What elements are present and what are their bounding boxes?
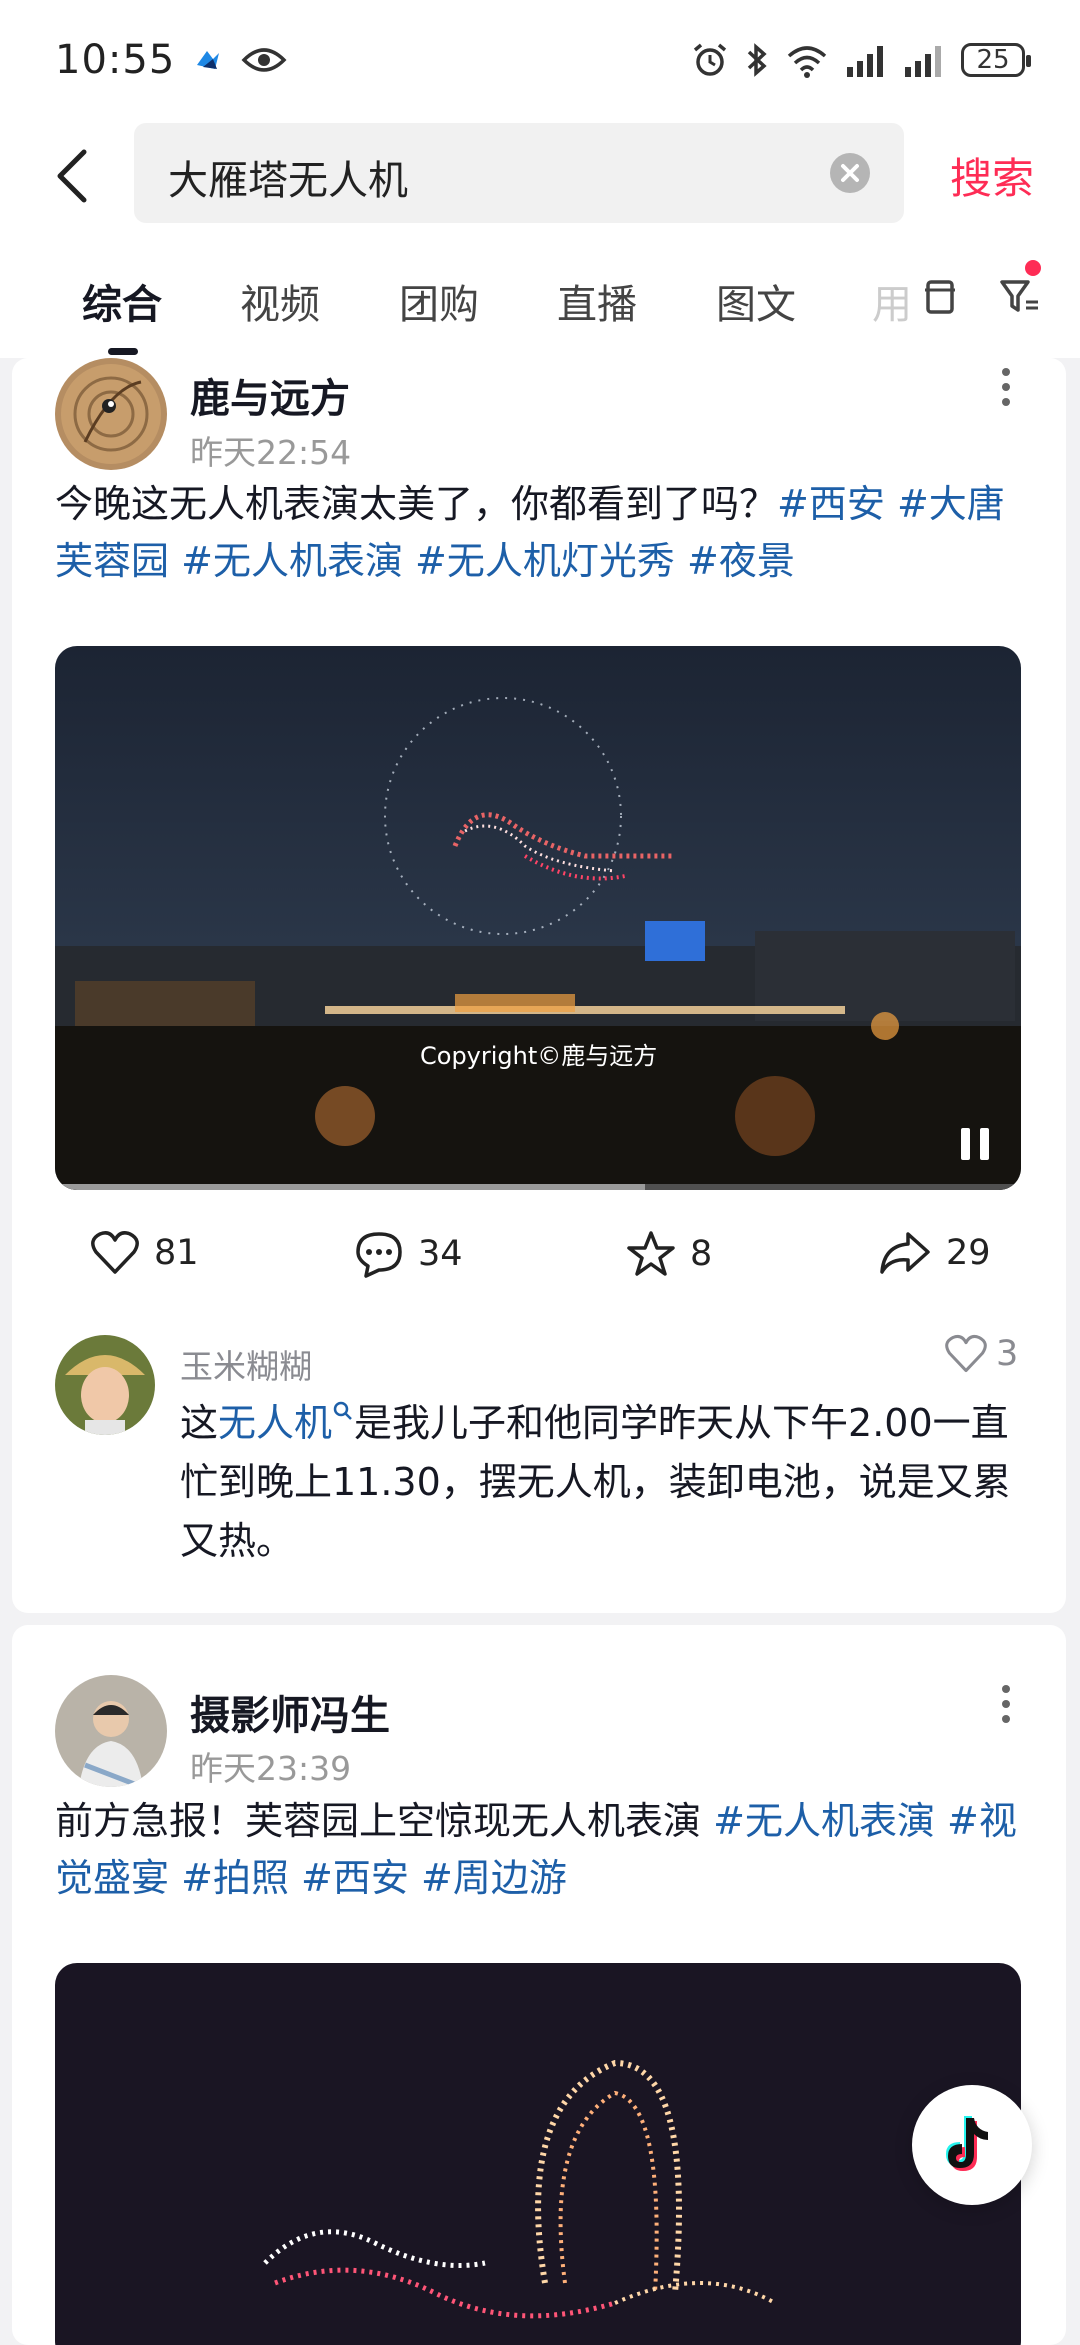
comment-like-count: 3 (996, 1334, 1019, 1374)
hashtag[interactable]: #无人机表演 (713, 1799, 935, 1843)
star-icon (627, 1231, 675, 1276)
post-description: 前方急报！芙蓉园上空惊现无人机表演 #无人机表演 #视觉盛宴 #拍照 #西安 #… (55, 1793, 1035, 1907)
comment-icon (356, 1232, 402, 1278)
hashtag[interactable]: #拍照 (181, 1856, 289, 1900)
tab-video[interactable]: 视频 (240, 272, 320, 330)
hashtag[interactable]: #无人机表演 (181, 539, 403, 583)
author-avatar[interactable] (55, 358, 167, 470)
share-icon (880, 1232, 930, 1274)
heart-icon (91, 1231, 139, 1274)
author-name[interactable]: 鹿与远方 (190, 366, 350, 424)
battery-indicator: 25 (961, 43, 1031, 77)
share-button[interactable]: 29 (878, 1230, 991, 1276)
pause-icon[interactable] (955, 1124, 995, 1164)
bluetooth-icon (747, 43, 767, 77)
alarm-icon (693, 43, 727, 76)
commenter-avatar[interactable] (55, 1335, 155, 1435)
video-player[interactable] (55, 1963, 1021, 2345)
hashtag[interactable]: #周边游 (421, 1856, 567, 1900)
comment-count: 34 (418, 1234, 463, 1274)
tab-group-buy[interactable]: 团购 (399, 272, 479, 330)
status-time: 10:55 (55, 37, 176, 83)
search-button[interactable]: 搜索 (950, 145, 1034, 206)
comment-keyword-link[interactable]: 无人机 (218, 1401, 332, 1445)
video-frame (55, 646, 1021, 1190)
tab-user[interactable]: 用 (872, 272, 912, 330)
filter-notification-dot (1025, 260, 1041, 276)
heart-icon (945, 1334, 987, 1373)
filter-tabs: 综合 视频 团购 直播 图文 用 (0, 230, 1080, 358)
like-button[interactable]: 81 (90, 1230, 199, 1276)
tab-image-text[interactable]: 图文 (716, 272, 796, 330)
favorite-button[interactable]: 8 (626, 1230, 712, 1278)
tab-live[interactable]: 直播 (557, 272, 637, 330)
search-header: 大雁塔无人机 搜索 (0, 120, 1080, 230)
post-text: 今晚这无人机表演太美了，你都看到了吗？ (55, 482, 778, 526)
post-card[interactable]: 摄影师冯生 昨天23:39 前方急报！芙蓉园上空惊现无人机表演 #无人机表演 #… (12, 1625, 1066, 2345)
wifi-icon (787, 46, 827, 78)
hashtag[interactable]: #无人机灯光秀 (415, 539, 675, 583)
active-tab-indicator (108, 348, 138, 355)
comment-like-button[interactable]: 3 (944, 1334, 1018, 1374)
video-frame (55, 1963, 1021, 2345)
post-text: 前方急报！芙蓉园上空惊现无人机表演 (55, 1799, 702, 1843)
hashtag[interactable]: #西安 (301, 1856, 409, 1900)
more-options-icon[interactable] (1002, 368, 1014, 413)
search-query-text: 大雁塔无人机 (168, 158, 408, 204)
eye-icon (241, 48, 287, 72)
comment-text: 这无人机 是我儿子和他同学昨天从下午2.00一直忙到晚上11.30，摆无人机，装卸… (180, 1394, 1040, 1571)
comment-text-part: 这 (180, 1401, 219, 1445)
douyin-logo-button[interactable] (912, 2085, 1032, 2205)
video-watermark: Copyright©鹿与远方 (420, 1042, 658, 1070)
video-player[interactable]: Copyright©鹿与远方 (55, 646, 1021, 1190)
share-count: 29 (946, 1233, 991, 1273)
app-notification-icon (197, 51, 220, 69)
status-bar: 10:55 25 (0, 0, 1080, 120)
more-options-icon[interactable] (1002, 1685, 1014, 1730)
clear-icon[interactable] (830, 153, 870, 193)
favorite-count: 8 (690, 1234, 713, 1274)
like-count: 81 (154, 1233, 199, 1273)
post-description: 今晚这无人机表演太美了，你都看到了吗？#西安 #大唐芙蓉园 #无人机表演 #无人… (55, 476, 1035, 590)
author-avatar[interactable] (55, 1675, 167, 1787)
hashtag[interactable]: #西安 (777, 482, 885, 526)
author-name[interactable]: 摄影师冯生 (190, 1683, 390, 1741)
post-time: 昨天23:39 (190, 1749, 352, 1788)
post-time: 昨天22:54 (190, 433, 352, 472)
signal-icon-1 (847, 46, 883, 77)
comment-button[interactable]: 34 (354, 1230, 463, 1278)
tab-comprehensive[interactable]: 综合 (82, 272, 162, 330)
expand-tabs-icon[interactable] (920, 274, 960, 318)
post-actions: 81 34 8 29 (12, 1230, 1066, 1290)
search-icon[interactable] (332, 1400, 354, 1422)
post-card[interactable]: 鹿与远方 昨天22:54 今晚这无人机表演太美了，你都看到了吗？#西安 #大唐芙… (12, 358, 1066, 1613)
douyin-logo-icon (946, 2116, 988, 2171)
signal-icon-2 (905, 46, 941, 77)
filter-icon[interactable] (998, 274, 1042, 318)
back-arrow-icon[interactable] (48, 148, 98, 204)
commenter-name[interactable]: 玉米糊糊 (180, 1340, 312, 1388)
hashtag[interactable]: #夜景 (687, 539, 795, 583)
search-input[interactable]: 大雁塔无人机 (134, 123, 904, 223)
